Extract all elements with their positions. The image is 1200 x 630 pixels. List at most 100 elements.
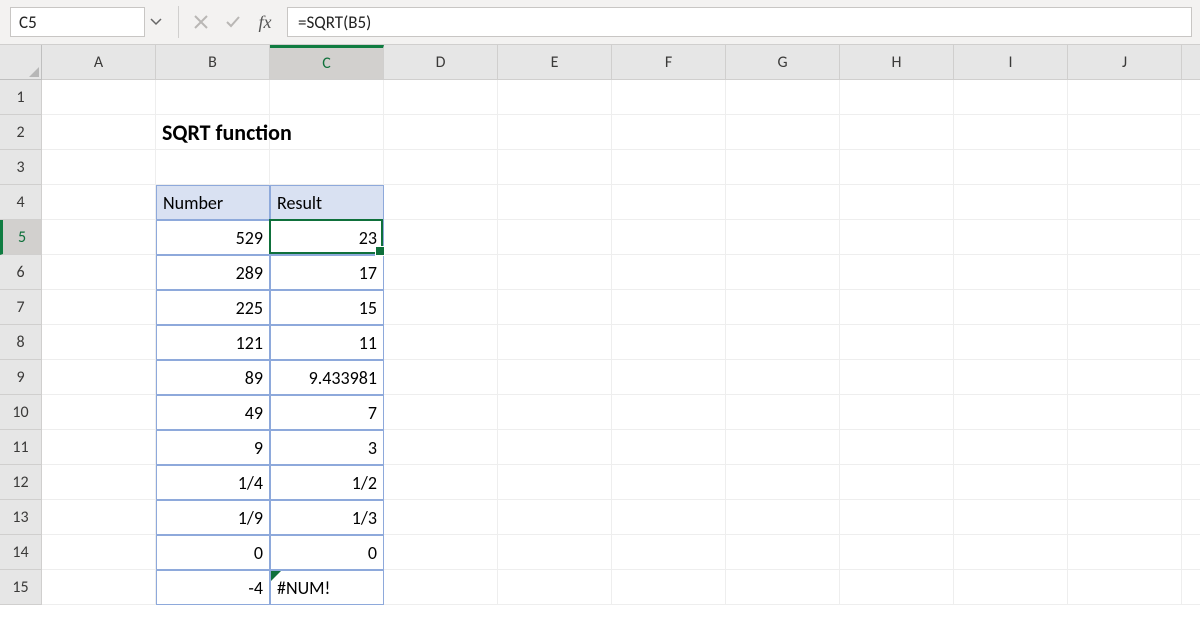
cell-K3[interactable] [1182,150,1200,185]
cell-D8[interactable] [384,325,498,360]
column-header-H[interactable]: H [840,45,954,80]
cell-A11[interactable] [42,430,156,465]
cell-G10[interactable] [726,395,840,430]
cell-C7[interactable]: 15 [270,290,384,325]
cell-C6[interactable]: 17 [270,255,384,290]
cell-H15[interactable] [840,570,954,605]
cell-A6[interactable] [42,255,156,290]
cell-F2[interactable] [612,115,726,150]
row-header-2[interactable]: 2 [0,115,42,150]
cell-D5[interactable] [384,220,498,255]
cell-E6[interactable] [498,255,612,290]
cell-E12[interactable] [498,465,612,500]
row-header-15[interactable]: 15 [0,570,42,605]
cell-C12[interactable]: 1/2 [270,465,384,500]
cell-K8[interactable] [1182,325,1200,360]
cell-B4[interactable]: Number [156,185,270,220]
cell-J1[interactable] [1068,80,1182,115]
cell-K5[interactable] [1182,220,1200,255]
cell-A15[interactable] [42,570,156,605]
cell-J9[interactable] [1068,360,1182,395]
cell-C9[interactable]: 9.433981 [270,360,384,395]
cell-B13[interactable]: 1/9 [156,500,270,535]
cell-E2[interactable] [498,115,612,150]
cell-B12[interactable]: 1/4 [156,465,270,500]
cell-G15[interactable] [726,570,840,605]
cell-F1[interactable] [612,80,726,115]
cell-E5[interactable] [498,220,612,255]
cell-D1[interactable] [384,80,498,115]
cell-C11[interactable]: 3 [270,430,384,465]
cell-G12[interactable] [726,465,840,500]
name-box[interactable]: C5 [10,7,145,37]
cell-H11[interactable] [840,430,954,465]
cell-I3[interactable] [954,150,1068,185]
cell-E15[interactable] [498,570,612,605]
cell-D10[interactable] [384,395,498,430]
cell-I12[interactable] [954,465,1068,500]
cell-G13[interactable] [726,500,840,535]
cell-C8[interactable]: 11 [270,325,384,360]
cell-E7[interactable] [498,290,612,325]
cell-F13[interactable] [612,500,726,535]
cell-C5[interactable]: 23 [270,220,384,255]
cell-J10[interactable] [1068,395,1182,430]
cell-A4[interactable] [42,185,156,220]
cell-J11[interactable] [1068,430,1182,465]
cell-I11[interactable] [954,430,1068,465]
row-header-1[interactable]: 1 [0,80,42,115]
cell-K1[interactable] [1182,80,1200,115]
cell-A13[interactable] [42,500,156,535]
name-box-dropdown[interactable] [145,7,167,37]
cell-A2[interactable] [42,115,156,150]
cell-J7[interactable] [1068,290,1182,325]
cell-J2[interactable] [1068,115,1182,150]
cell-B6[interactable]: 289 [156,255,270,290]
cell-E3[interactable] [498,150,612,185]
row-header-11[interactable]: 11 [0,430,42,465]
column-header-D[interactable]: D [384,45,498,80]
row-header-12[interactable]: 12 [0,465,42,500]
cell-B15[interactable]: -4 [156,570,270,605]
cell-G11[interactable] [726,430,840,465]
cell-J15[interactable] [1068,570,1182,605]
cell-K10[interactable] [1182,395,1200,430]
column-header-I[interactable]: I [954,45,1068,80]
cell-F11[interactable] [612,430,726,465]
column-header-C[interactable]: C [270,45,384,80]
cell-I7[interactable] [954,290,1068,325]
cell-B1[interactable] [156,80,270,115]
cell-H4[interactable] [840,185,954,220]
cell-D11[interactable] [384,430,498,465]
row-header-6[interactable]: 6 [0,255,42,290]
cell-K13[interactable] [1182,500,1200,535]
cell-B3[interactable] [156,150,270,185]
cell-F14[interactable] [612,535,726,570]
cell-F5[interactable] [612,220,726,255]
cell-C3[interactable] [270,150,384,185]
cell-G8[interactable] [726,325,840,360]
cell-E10[interactable] [498,395,612,430]
cell-E8[interactable] [498,325,612,360]
cell-H3[interactable] [840,150,954,185]
column-header-G[interactable]: G [726,45,840,80]
cell-A8[interactable] [42,325,156,360]
row-header-3[interactable]: 3 [0,150,42,185]
cell-A7[interactable] [42,290,156,325]
column-header-A[interactable]: A [42,45,156,80]
cell-B11[interactable]: 9 [156,430,270,465]
cell-I6[interactable] [954,255,1068,290]
cell-K9[interactable] [1182,360,1200,395]
cell-J12[interactable] [1068,465,1182,500]
cell-E4[interactable] [498,185,612,220]
cell-H8[interactable] [840,325,954,360]
cell-A1[interactable] [42,80,156,115]
cell-G14[interactable] [726,535,840,570]
cell-H14[interactable] [840,535,954,570]
cell-H12[interactable] [840,465,954,500]
cell-I15[interactable] [954,570,1068,605]
cell-G9[interactable] [726,360,840,395]
cell-D13[interactable] [384,500,498,535]
cell-I9[interactable] [954,360,1068,395]
cell-I2[interactable] [954,115,1068,150]
